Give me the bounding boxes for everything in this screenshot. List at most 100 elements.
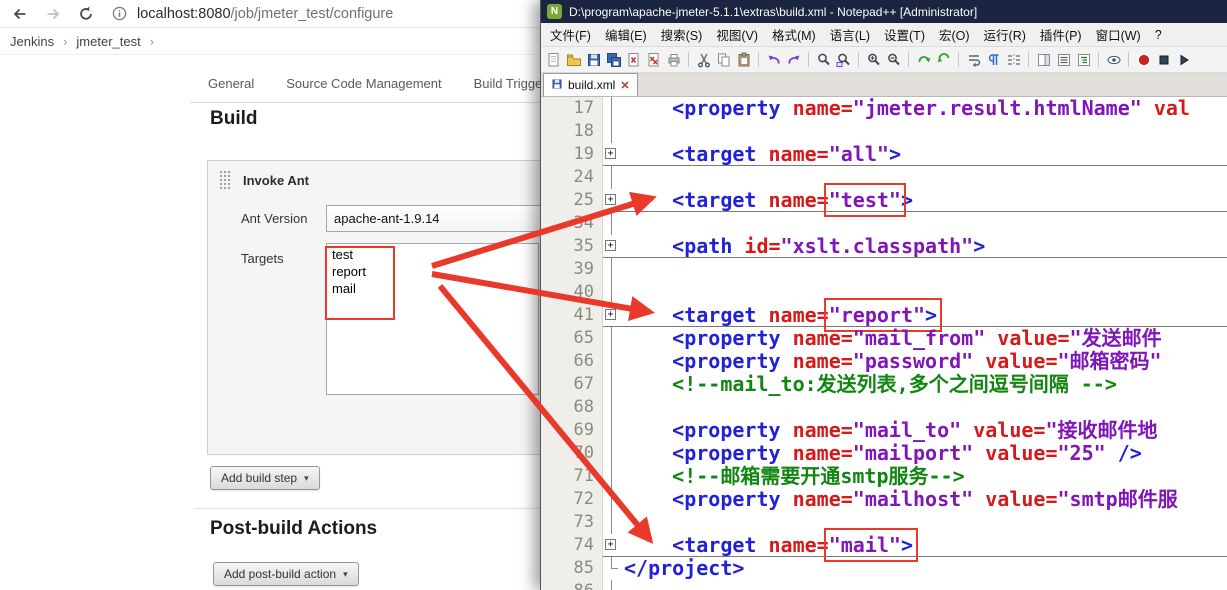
close-file-icon[interactable]: [625, 51, 642, 68]
menubar-item[interactable]: 搜索(S): [654, 23, 710, 46]
code-text: <path id="xslt.classpath">: [620, 235, 1227, 258]
drag-handle-icon[interactable]: [219, 170, 232, 190]
fold-margin: [603, 373, 620, 396]
menubar-item[interactable]: ?: [1148, 26, 1169, 44]
breadcrumb-link[interactable]: Jenkins: [10, 34, 54, 49]
code-token: <property: [624, 349, 793, 373]
code-line[interactable]: 68: [541, 396, 1227, 419]
word-wrap-icon[interactable]: [965, 51, 982, 68]
redo-icon[interactable]: [785, 51, 802, 68]
menubar-item[interactable]: 视图(V): [709, 23, 765, 46]
replace-icon[interactable]: [835, 51, 852, 68]
add-post-build-action-label: Add post-build action: [224, 567, 337, 581]
menubar-item[interactable]: 语言(L): [823, 23, 877, 46]
monitor-icon[interactable]: [1105, 51, 1122, 68]
close-icon[interactable]: ✕: [620, 79, 629, 92]
fold-toggle-icon[interactable]: [603, 189, 620, 212]
save-icon[interactable]: [585, 51, 602, 68]
sync-horizontal-icon[interactable]: [935, 51, 952, 68]
code-line[interactable]: 70 <property name="mailport" value="25" …: [541, 442, 1227, 465]
code-line[interactable]: 74 <target name="mail">: [541, 528, 1227, 562]
code-line[interactable]: 67 <!--mail_to:发送列表,多个之间逗号间隔 -->: [541, 373, 1227, 396]
find-icon[interactable]: [815, 51, 832, 68]
zoom-out-icon[interactable]: [885, 51, 902, 68]
document-tab[interactable]: build.xml ✕: [543, 73, 638, 96]
code-line[interactable]: 73: [541, 511, 1227, 534]
breadcrumb-link[interactable]: jmeter_test: [76, 34, 140, 49]
play-macro-icon[interactable]: [1175, 51, 1192, 68]
menubar-item[interactable]: 插件(P): [1033, 23, 1089, 46]
refresh-icon[interactable]: [76, 4, 96, 24]
add-build-step-button[interactable]: Add build step ▾: [210, 466, 320, 490]
print-icon[interactable]: [665, 51, 682, 68]
tab-source-code-management[interactable]: Source Code Management: [286, 76, 441, 91]
page-info-icon[interactable]: [109, 4, 129, 24]
code-token: <property: [624, 97, 793, 120]
menubar-item[interactable]: 窗口(W): [1089, 23, 1148, 46]
record-macro-icon[interactable]: [1135, 51, 1152, 68]
code-line[interactable]: 69 <property name="mail_to" value="接收邮件地: [541, 419, 1227, 442]
code-line[interactable]: 41 <target name="report">: [541, 298, 1227, 332]
fold-margin: [603, 258, 620, 281]
code-token: name=: [792, 349, 853, 373]
fold-toggle-icon[interactable]: [603, 143, 620, 166]
ant-version-select[interactable]: apache-ant-1.9.14 ▾: [326, 205, 558, 232]
code-line[interactable]: 66 <property name="password" value="邮箱密码…: [541, 350, 1227, 373]
menubar-item[interactable]: 运行(R): [977, 23, 1033, 46]
open-file-icon[interactable]: [565, 51, 582, 68]
notepadpp-titlebar[interactable]: D:\program\apache-jmeter-5.1.1\extras\bu…: [541, 0, 1227, 23]
code-line[interactable]: 34: [541, 212, 1227, 235]
line-number: 69: [541, 419, 603, 442]
show-all-characters-icon[interactable]: [985, 51, 1002, 68]
close-all-icon[interactable]: [645, 51, 662, 68]
code-line[interactable]: 19 <target name="all">: [541, 143, 1227, 166]
code-line[interactable]: 85 </project>: [541, 557, 1227, 580]
line-number: 66: [541, 350, 603, 373]
code-line[interactable]: 35 <path id="xslt.classpath">: [541, 235, 1227, 258]
code-line[interactable]: 86: [541, 580, 1227, 590]
code-line[interactable]: 39: [541, 258, 1227, 281]
back-icon[interactable]: [10, 4, 30, 24]
code-line[interactable]: 72 <property name="mailhost" value="smtp…: [541, 488, 1227, 511]
editor[interactable]: 17 <property name="jmeter.result.htmlNam…: [541, 97, 1227, 590]
function-list-icon[interactable]: [1075, 51, 1092, 68]
fold-toggle-icon[interactable]: [603, 235, 620, 258]
code-text: <property name="password" value="邮箱密码": [620, 350, 1227, 373]
stop-macro-icon[interactable]: [1155, 51, 1172, 68]
fold-toggle-icon[interactable]: [603, 304, 620, 327]
code-line[interactable]: 18: [541, 120, 1227, 143]
code-line[interactable]: 24: [541, 166, 1227, 189]
code-line[interactable]: 17 <property name="jmeter.result.htmlNam…: [541, 97, 1227, 120]
copy-icon[interactable]: [715, 51, 732, 68]
undo-icon[interactable]: [765, 51, 782, 68]
indent-guide-icon[interactable]: [1005, 51, 1022, 68]
menubar-item[interactable]: 宏(O): [932, 23, 977, 46]
save-all-icon[interactable]: [605, 51, 622, 68]
forward-icon[interactable]: [43, 4, 63, 24]
cut-icon[interactable]: [695, 51, 712, 68]
fold-toggle-icon[interactable]: [603, 534, 620, 557]
document-map-icon[interactable]: [1035, 51, 1052, 68]
menubar-item[interactable]: 文件(F): [543, 23, 598, 46]
new-file-icon[interactable]: [545, 51, 562, 68]
menubar-item[interactable]: 设置(T): [877, 23, 932, 46]
add-post-build-action-button[interactable]: Add post-build action ▾: [213, 562, 359, 586]
line-number: 65: [541, 327, 603, 350]
tab-general[interactable]: General: [208, 76, 254, 91]
menubar-item[interactable]: 编辑(E): [598, 23, 654, 46]
sync-vertical-icon[interactable]: [915, 51, 932, 68]
document-list-icon[interactable]: [1055, 51, 1072, 68]
zoom-in-icon[interactable]: [865, 51, 882, 68]
paste-icon[interactable]: [735, 51, 752, 68]
code-line[interactable]: 25 <target name="test">: [541, 183, 1227, 217]
address-bar[interactable]: localhost:8080/job/jmeter_test/configure: [109, 4, 393, 24]
chevron-down-icon: ▾: [304, 472, 309, 483]
line-number: 35: [541, 235, 603, 258]
line-number: 40: [541, 281, 603, 304]
fold-margin: [603, 488, 620, 511]
code-line[interactable]: 71 <!--邮箱需要开通smtp服务-->: [541, 465, 1227, 488]
targets-textarea[interactable]: [326, 243, 539, 395]
code-line[interactable]: 65 <property name="mail_from" value="发送邮…: [541, 327, 1227, 350]
menubar-item[interactable]: 格式(M): [765, 23, 823, 46]
code-line[interactable]: 40: [541, 281, 1227, 304]
